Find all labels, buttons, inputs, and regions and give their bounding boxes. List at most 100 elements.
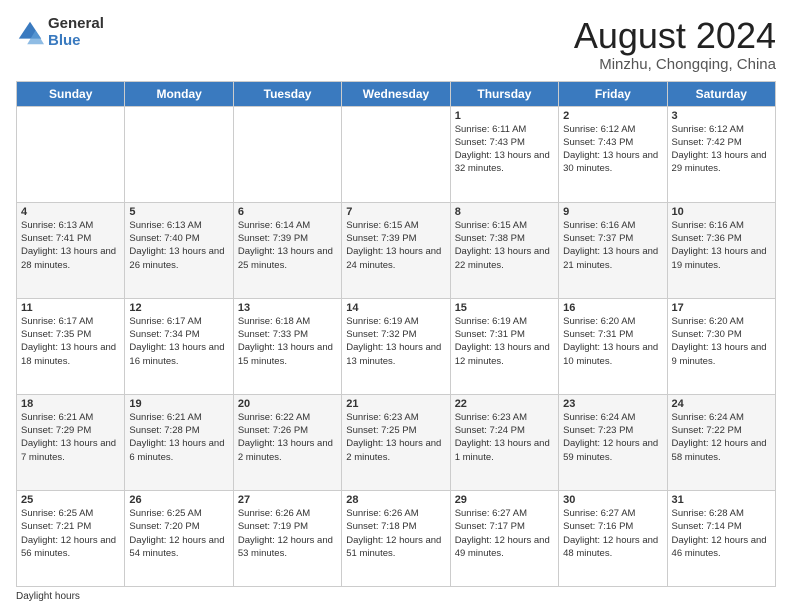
page: General Blue August 2024 Minzhu, Chongqi… [0,0,792,612]
calendar-week-row: 1Sunrise: 6:11 AM Sunset: 7:43 PM Daylig… [17,106,776,202]
calendar-cell: 10Sunrise: 6:16 AM Sunset: 7:36 PM Dayli… [667,202,775,298]
day-info: Sunrise: 6:25 AM Sunset: 7:21 PM Dayligh… [21,507,120,560]
logo-general-text: General [48,16,104,33]
calendar-header-saturday: Saturday [667,81,775,106]
calendar-cell: 21Sunrise: 6:23 AM Sunset: 7:25 PM Dayli… [342,394,450,490]
day-info: Sunrise: 6:23 AM Sunset: 7:25 PM Dayligh… [346,411,445,464]
day-info: Sunrise: 6:16 AM Sunset: 7:37 PM Dayligh… [563,219,662,272]
day-number: 12 [129,302,228,314]
day-number: 30 [563,494,662,506]
day-info: Sunrise: 6:13 AM Sunset: 7:40 PM Dayligh… [129,219,228,272]
day-info: Sunrise: 6:22 AM Sunset: 7:26 PM Dayligh… [238,411,337,464]
calendar-cell: 15Sunrise: 6:19 AM Sunset: 7:31 PM Dayli… [450,298,558,394]
calendar-header-friday: Friday [559,81,667,106]
calendar-cell: 4Sunrise: 6:13 AM Sunset: 7:41 PM Daylig… [17,202,125,298]
day-info: Sunrise: 6:24 AM Sunset: 7:23 PM Dayligh… [563,411,662,464]
title-block: August 2024 Minzhu, Chongqing, China [574,16,776,73]
day-number: 24 [672,398,771,410]
calendar-cell: 9Sunrise: 6:16 AM Sunset: 7:37 PM Daylig… [559,202,667,298]
calendar-cell [233,106,341,202]
calendar-cell: 1Sunrise: 6:11 AM Sunset: 7:43 PM Daylig… [450,106,558,202]
day-info: Sunrise: 6:12 AM Sunset: 7:43 PM Dayligh… [563,123,662,176]
day-info: Sunrise: 6:17 AM Sunset: 7:34 PM Dayligh… [129,315,228,368]
day-info: Sunrise: 6:19 AM Sunset: 7:31 PM Dayligh… [455,315,554,368]
day-info: Sunrise: 6:27 AM Sunset: 7:16 PM Dayligh… [563,507,662,560]
day-number: 1 [455,110,554,122]
calendar-week-row: 4Sunrise: 6:13 AM Sunset: 7:41 PM Daylig… [17,202,776,298]
calendar-week-row: 18Sunrise: 6:21 AM Sunset: 7:29 PM Dayli… [17,394,776,490]
day-info: Sunrise: 6:20 AM Sunset: 7:31 PM Dayligh… [563,315,662,368]
title-month: August 2024 [574,16,776,56]
day-info: Sunrise: 6:26 AM Sunset: 7:19 PM Dayligh… [238,507,337,560]
calendar-header-tuesday: Tuesday [233,81,341,106]
calendar-cell: 5Sunrise: 6:13 AM Sunset: 7:40 PM Daylig… [125,202,233,298]
calendar-cell: 28Sunrise: 6:26 AM Sunset: 7:18 PM Dayli… [342,490,450,586]
day-info: Sunrise: 6:24 AM Sunset: 7:22 PM Dayligh… [672,411,771,464]
calendar-cell: 31Sunrise: 6:28 AM Sunset: 7:14 PM Dayli… [667,490,775,586]
day-info: Sunrise: 6:26 AM Sunset: 7:18 PM Dayligh… [346,507,445,560]
calendar-header-monday: Monday [125,81,233,106]
day-number: 15 [455,302,554,314]
calendar-cell: 19Sunrise: 6:21 AM Sunset: 7:28 PM Dayli… [125,394,233,490]
calendar-cell [17,106,125,202]
logo-icon [16,19,44,47]
day-number: 19 [129,398,228,410]
day-number: 4 [21,206,120,218]
day-number: 23 [563,398,662,410]
day-info: Sunrise: 6:21 AM Sunset: 7:29 PM Dayligh… [21,411,120,464]
day-number: 9 [563,206,662,218]
day-info: Sunrise: 6:27 AM Sunset: 7:17 PM Dayligh… [455,507,554,560]
day-number: 27 [238,494,337,506]
day-number: 3 [672,110,771,122]
calendar-cell: 20Sunrise: 6:22 AM Sunset: 7:26 PM Dayli… [233,394,341,490]
calendar-week-row: 25Sunrise: 6:25 AM Sunset: 7:21 PM Dayli… [17,490,776,586]
calendar-cell [125,106,233,202]
day-info: Sunrise: 6:16 AM Sunset: 7:36 PM Dayligh… [672,219,771,272]
day-number: 7 [346,206,445,218]
calendar-header-sunday: Sunday [17,81,125,106]
logo-blue-text: Blue [48,33,104,50]
day-number: 5 [129,206,228,218]
calendar-cell: 11Sunrise: 6:17 AM Sunset: 7:35 PM Dayli… [17,298,125,394]
day-info: Sunrise: 6:14 AM Sunset: 7:39 PM Dayligh… [238,219,337,272]
title-location: Minzhu, Chongqing, China [574,56,776,73]
day-number: 6 [238,206,337,218]
calendar-cell: 2Sunrise: 6:12 AM Sunset: 7:43 PM Daylig… [559,106,667,202]
logo: General Blue [16,16,104,49]
day-number: 17 [672,302,771,314]
day-number: 25 [21,494,120,506]
calendar-cell: 29Sunrise: 6:27 AM Sunset: 7:17 PM Dayli… [450,490,558,586]
day-info: Sunrise: 6:21 AM Sunset: 7:28 PM Dayligh… [129,411,228,464]
calendar-cell: 14Sunrise: 6:19 AM Sunset: 7:32 PM Dayli… [342,298,450,394]
calendar-cell: 26Sunrise: 6:25 AM Sunset: 7:20 PM Dayli… [125,490,233,586]
day-info: Sunrise: 6:25 AM Sunset: 7:20 PM Dayligh… [129,507,228,560]
calendar-cell: 12Sunrise: 6:17 AM Sunset: 7:34 PM Dayli… [125,298,233,394]
calendar-header-row: SundayMondayTuesdayWednesdayThursdayFrid… [17,81,776,106]
day-number: 14 [346,302,445,314]
day-number: 10 [672,206,771,218]
day-number: 28 [346,494,445,506]
day-number: 8 [455,206,554,218]
calendar-cell: 13Sunrise: 6:18 AM Sunset: 7:33 PM Dayli… [233,298,341,394]
day-number: 2 [563,110,662,122]
day-number: 20 [238,398,337,410]
day-info: Sunrise: 6:28 AM Sunset: 7:14 PM Dayligh… [672,507,771,560]
day-info: Sunrise: 6:23 AM Sunset: 7:24 PM Dayligh… [455,411,554,464]
day-info: Sunrise: 6:12 AM Sunset: 7:42 PM Dayligh… [672,123,771,176]
day-info: Sunrise: 6:11 AM Sunset: 7:43 PM Dayligh… [455,123,554,176]
calendar-cell: 7Sunrise: 6:15 AM Sunset: 7:39 PM Daylig… [342,202,450,298]
day-info: Sunrise: 6:18 AM Sunset: 7:33 PM Dayligh… [238,315,337,368]
header: General Blue August 2024 Minzhu, Chongqi… [16,16,776,73]
day-number: 11 [21,302,120,314]
day-info: Sunrise: 6:15 AM Sunset: 7:39 PM Dayligh… [346,219,445,272]
day-number: 22 [455,398,554,410]
calendar-header-thursday: Thursday [450,81,558,106]
calendar-cell: 6Sunrise: 6:14 AM Sunset: 7:39 PM Daylig… [233,202,341,298]
calendar-cell: 25Sunrise: 6:25 AM Sunset: 7:21 PM Dayli… [17,490,125,586]
calendar-cell: 3Sunrise: 6:12 AM Sunset: 7:42 PM Daylig… [667,106,775,202]
day-info: Sunrise: 6:19 AM Sunset: 7:32 PM Dayligh… [346,315,445,368]
footer-label: Daylight hours [16,591,80,602]
calendar-cell: 22Sunrise: 6:23 AM Sunset: 7:24 PM Dayli… [450,394,558,490]
day-number: 21 [346,398,445,410]
day-number: 18 [21,398,120,410]
